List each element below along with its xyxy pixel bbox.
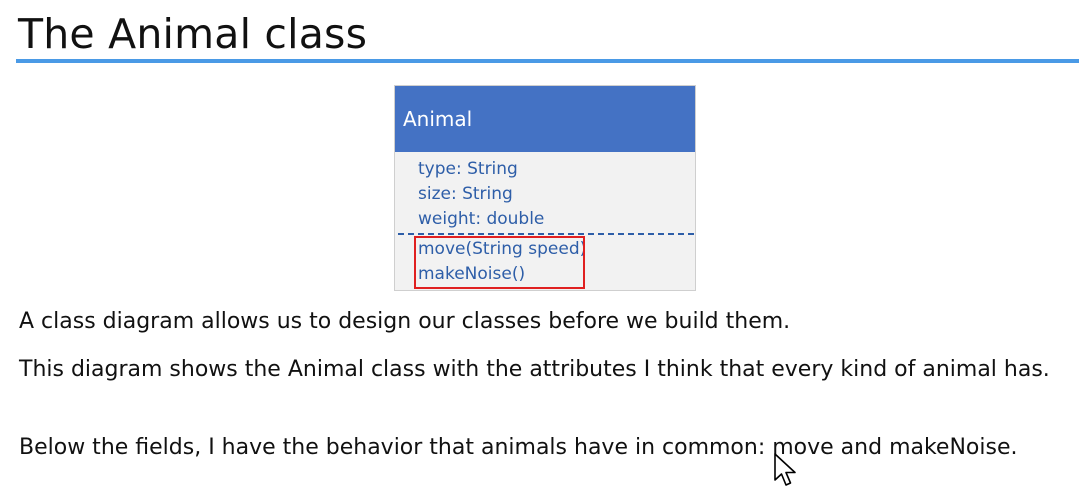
methods-highlight-box <box>414 236 585 289</box>
slide-title: The Animal class <box>18 10 368 58</box>
uml-class-name: Animal <box>403 107 473 131</box>
uml-class-header: Animal <box>395 86 695 152</box>
body-paragraph: This diagram shows the Animal class with… <box>19 357 1050 382</box>
uml-attributes-list: type: String size: String weight: double <box>418 157 544 232</box>
uml-attribute: size: String <box>418 184 513 204</box>
body-paragraph: A class diagram allows us to design our … <box>19 309 791 334</box>
body-paragraph: Below the fields, I have the behavior th… <box>19 435 1018 460</box>
uml-section-divider <box>398 233 694 235</box>
title-underline <box>16 59 1079 63</box>
uml-class-box: Animal type: String size: String weight:… <box>394 85 696 291</box>
mouse-pointer-icon <box>774 453 796 486</box>
uml-attribute: weight: double <box>418 209 545 229</box>
uml-attribute: type: String <box>418 159 518 179</box>
